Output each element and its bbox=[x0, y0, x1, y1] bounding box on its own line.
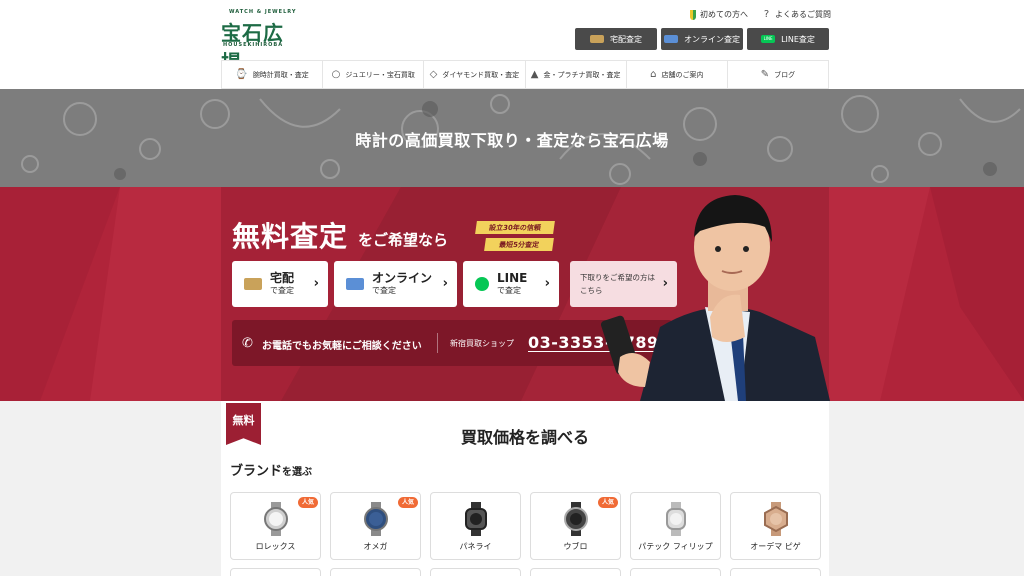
line-card[interactable]: LINE で査定 › bbox=[463, 261, 559, 307]
brand-card-partial[interactable] bbox=[430, 568, 521, 576]
online-button-label: オンライン査定 bbox=[684, 34, 740, 44]
chevron-right-icon: › bbox=[544, 276, 550, 291]
gold-icon: ▲ bbox=[530, 69, 539, 80]
nav-item-label: ジュエリー・宝石買取 bbox=[345, 70, 415, 79]
question-icon: ? bbox=[763, 9, 770, 20]
diamond-icon: ◇ bbox=[429, 69, 438, 80]
brand-heading-main: ブランド bbox=[230, 464, 283, 479]
site-header: WATCH & JEWELRY 宝石広場 HOUSEKIHIROBA 初めての方… bbox=[0, 0, 1024, 74]
hero-title: 時計の高価買取下取り・査定なら宝石広場 bbox=[355, 131, 669, 150]
card-title: LINE bbox=[497, 271, 528, 285]
takuhai-card[interactable]: 宅配 で査定 › bbox=[232, 261, 328, 307]
takuhai-assessment-button[interactable]: 宅配査定 bbox=[575, 28, 657, 50]
global-nav: ⌚ 腕時計買取・査定 ○ ジュエリー・宝石買取 ◇ ダイヤモンド買取・査定 ▲ … bbox=[221, 60, 830, 89]
store-icon: ⌂ bbox=[650, 69, 657, 80]
online-assessment-button[interactable]: オンライン査定 bbox=[661, 28, 743, 50]
brand-name: オーデマ ピゲ bbox=[750, 542, 801, 551]
section-title: 買取価格を調べる bbox=[460, 428, 589, 447]
nav-item-label: ダイヤモンド買取・査定 bbox=[442, 70, 520, 79]
logo-tagline: WATCH & JEWELRY bbox=[229, 9, 297, 15]
speed-badge: 最短5分査定 bbox=[484, 238, 554, 251]
chevron-right-icon: › bbox=[442, 276, 448, 291]
ring-icon: ○ bbox=[331, 69, 341, 80]
watch-image bbox=[666, 502, 686, 536]
brand-card-omega[interactable]: 人気 オメガ bbox=[330, 492, 421, 560]
watch-image bbox=[764, 502, 788, 536]
popular-badge: 人気 bbox=[298, 497, 318, 508]
watch-image bbox=[564, 502, 588, 536]
free-assessment-headline: 無料査定 bbox=[232, 220, 349, 253]
nav-item-watch[interactable]: ⌚ 腕時計買取・査定 bbox=[221, 61, 322, 88]
truck-icon bbox=[244, 278, 262, 290]
beginner-link-label: 初めての方へ bbox=[700, 10, 748, 19]
hero-banner: 時計の高価買取下取り・査定なら宝石広場 bbox=[0, 89, 1024, 187]
card-sub: で査定 bbox=[497, 286, 521, 295]
free-assessment-subheadline: をご希望なら bbox=[358, 231, 449, 249]
truck-icon bbox=[590, 35, 604, 43]
beginner-link[interactable]: 初めての方へ bbox=[690, 9, 748, 20]
line-assessment-button[interactable]: LINE LINE査定 bbox=[747, 28, 829, 50]
brand-card-panerai[interactable]: パネライ bbox=[430, 492, 521, 560]
faq-link-label: よくあるご質問 bbox=[775, 10, 831, 19]
brand-card-partial[interactable] bbox=[330, 568, 421, 576]
watch-image bbox=[264, 502, 288, 536]
online-card[interactable]: オンライン で査定 › bbox=[334, 261, 457, 307]
card-title: オンライン bbox=[372, 271, 433, 285]
beginner-mark-icon bbox=[690, 9, 696, 20]
nav-item-jewelry[interactable]: ○ ジュエリー・宝石買取 bbox=[322, 61, 423, 88]
brand-card-audemars-piguet[interactable]: オーデマ ピゲ bbox=[730, 492, 821, 560]
nav-item-label: ブログ bbox=[774, 70, 796, 79]
brand-card-partial[interactable] bbox=[230, 568, 321, 576]
line-button-label: LINE査定 bbox=[781, 34, 815, 44]
phone-icon: ✆ bbox=[242, 336, 253, 351]
brand-name: ロレックス bbox=[255, 542, 296, 551]
nav-item-blog[interactable]: ✎ ブログ bbox=[726, 61, 830, 88]
card-title: 宅配 bbox=[270, 271, 295, 285]
staff-photo bbox=[600, 195, 830, 401]
brand-heading: ブランドを選ぶ bbox=[230, 460, 312, 479]
brand-name: パテック フィリップ bbox=[638, 542, 713, 551]
line-icon: LINE bbox=[761, 35, 776, 43]
blog-icon: ✎ bbox=[760, 69, 770, 80]
site-logo[interactable]: WATCH & JEWELRY 宝石広場 HOUSEKIHIROBA bbox=[221, 9, 301, 74]
brand-name: パネライ bbox=[459, 542, 492, 551]
shop-name: 新宿買取ショップ bbox=[450, 339, 514, 348]
watch-image bbox=[465, 502, 487, 536]
brand-card-partial[interactable] bbox=[630, 568, 721, 576]
phone-prompt: お電話でもお気軽にご相談ください bbox=[262, 341, 422, 352]
monitor-icon bbox=[346, 278, 364, 290]
logo-romaji: HOUSEKIHIROBA bbox=[223, 42, 284, 48]
watch-image bbox=[364, 502, 388, 536]
nav-item-store[interactable]: ⌂ 店舗のご案内 bbox=[625, 61, 727, 88]
watch-icon: ⌚ bbox=[235, 69, 248, 80]
takuhai-button-label: 宅配査定 bbox=[610, 34, 642, 44]
trust-badge: 設立30年の信頼 bbox=[475, 221, 555, 234]
card-sub: で査定 bbox=[372, 286, 396, 295]
card-sub: で査定 bbox=[270, 286, 294, 295]
popular-badge: 人気 bbox=[598, 497, 618, 508]
monitor-icon bbox=[664, 35, 678, 43]
nav-item-label: 店舗のご案内 bbox=[661, 70, 704, 79]
divider bbox=[437, 333, 438, 353]
brand-name: ウブロ bbox=[563, 542, 588, 551]
nav-item-label: 腕時計買取・査定 bbox=[252, 70, 309, 79]
faq-link[interactable]: ? よくあるご質問 bbox=[762, 9, 831, 20]
line-icon bbox=[475, 277, 489, 291]
brand-card-patek-philippe[interactable]: パテック フィリップ bbox=[630, 492, 721, 560]
brand-heading-sub: を選ぶ bbox=[282, 467, 313, 478]
popular-badge: 人気 bbox=[398, 497, 418, 508]
brand-card-partial[interactable] bbox=[530, 568, 621, 576]
brand-card-partial[interactable] bbox=[730, 568, 821, 576]
brand-card-rolex[interactable]: 人気 ロレックス bbox=[230, 492, 321, 560]
nav-item-diamond[interactable]: ◇ ダイヤモンド買取・査定 bbox=[423, 61, 524, 88]
brand-name: オメガ bbox=[363, 542, 388, 551]
nav-item-label: 金・プラチナ買取・査定 bbox=[543, 70, 621, 79]
chevron-right-icon: › bbox=[313, 276, 319, 291]
nav-item-gold[interactable]: ▲ 金・プラチナ買取・査定 bbox=[524, 61, 626, 88]
brand-card-hublot[interactable]: 人気 ウブロ bbox=[530, 492, 621, 560]
